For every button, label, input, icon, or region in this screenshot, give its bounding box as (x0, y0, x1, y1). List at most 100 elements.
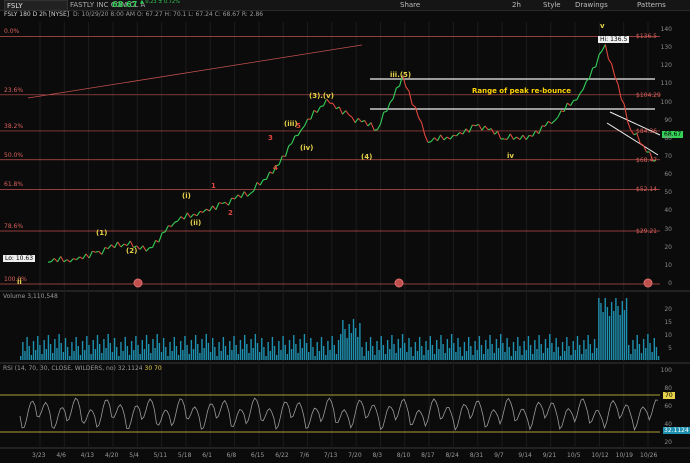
price-segment (532, 130, 537, 137)
volume-bar (536, 349, 538, 360)
fib-price-label: $84.36 (636, 127, 657, 135)
volume-bar (482, 354, 485, 360)
volume-bar (653, 338, 655, 360)
price-segment (538, 125, 543, 134)
volume-bar (77, 346, 79, 360)
volume-bar (156, 334, 158, 360)
volume-bar (378, 350, 380, 360)
volume-tick-label: 15 (664, 319, 672, 326)
volume-bar (145, 335, 148, 360)
price-segment (370, 122, 375, 131)
volume-bar (555, 338, 557, 360)
price-segment (145, 247, 150, 252)
volume-bar (316, 342, 318, 360)
volume-bar (201, 339, 203, 360)
price-segment (408, 91, 413, 105)
price-segment (79, 256, 84, 260)
volume-bar (472, 355, 474, 360)
price-segment (557, 110, 562, 118)
rsi-line (19, 397, 658, 431)
volume-bar (376, 341, 378, 360)
price-segment (227, 197, 233, 206)
volume-bar (532, 354, 534, 360)
fib-price-label: $136.5 (636, 33, 657, 41)
price-segment (481, 125, 486, 131)
wave-label-3v: (3).(v) (309, 92, 334, 100)
x-tick-label: 5/4 (129, 452, 139, 459)
volume-bar (606, 307, 609, 360)
price-segment (551, 120, 556, 124)
volume-bar (344, 329, 346, 360)
wave-label-ii-bottom: ii (17, 278, 22, 286)
price-segment (554, 116, 559, 122)
wave-label-4: (4) (361, 153, 373, 161)
price-segment (354, 117, 359, 123)
volume-bar (455, 352, 457, 360)
volume-bar (406, 352, 408, 360)
volume-bar (655, 347, 658, 360)
volume-bar (165, 347, 167, 360)
volume-bar (380, 336, 382, 360)
volume-bar (442, 344, 444, 360)
volume-bar (295, 344, 297, 360)
price-segment (392, 87, 397, 99)
volume-bar (399, 348, 402, 360)
x-tick-label: 6/15 (250, 452, 265, 459)
volume-bar (382, 345, 385, 360)
volume-bar (101, 353, 103, 360)
volume-bar (182, 350, 184, 360)
price-segment (320, 105, 324, 108)
x-tick-label: 6/8 (226, 452, 237, 459)
volume-bar (269, 351, 271, 360)
earnings-marker-icon (643, 278, 653, 288)
volume-bar (517, 337, 519, 360)
price-segment (92, 250, 96, 253)
price-segment (250, 190, 255, 194)
volume-bar (188, 354, 190, 360)
volume-bar (43, 340, 45, 360)
volume-bar (143, 349, 146, 360)
volume-bar (73, 351, 75, 360)
price-segment (509, 133, 514, 140)
volume-bar (363, 356, 365, 360)
volume-bar (58, 334, 60, 360)
rsi-tick-label: 20 (664, 439, 672, 446)
volume-bar (325, 355, 327, 360)
price-segment (405, 86, 410, 92)
volume-bar (162, 338, 165, 360)
volume-bar (28, 346, 30, 360)
volume-bar (649, 343, 651, 360)
volume-bar (235, 345, 237, 360)
price-segment (291, 135, 296, 144)
volume-bar (297, 353, 299, 360)
volume-bar (502, 343, 504, 360)
price-segment (529, 134, 533, 137)
x-tick-label: 8/10 (396, 452, 411, 459)
volume-bar (574, 350, 577, 360)
volume-bar (192, 349, 195, 360)
volume-bar (45, 349, 47, 360)
volume-bar (49, 344, 52, 360)
volume-bar (557, 347, 559, 360)
volume-bar (30, 355, 33, 360)
volume-bar (423, 355, 425, 360)
price-segment (383, 110, 387, 113)
price-segment (171, 221, 176, 227)
price-tick-label: 140 (660, 26, 672, 33)
price-segment (265, 171, 271, 180)
fib-pct-label: 100.0% (4, 276, 27, 283)
volume-bar (41, 354, 43, 360)
price-segment (424, 134, 429, 143)
volume-bar (425, 341, 427, 360)
volume-bar (602, 312, 604, 360)
volume-bar (37, 336, 39, 360)
rsi-header: RSI (14, 70, 30, CLOSE, WILDERS, no) 32.… (3, 365, 162, 372)
price-segment (396, 85, 400, 89)
price-segment (386, 102, 391, 112)
volume-bar (116, 347, 118, 360)
price-segment (126, 240, 131, 246)
volume-bar (427, 350, 429, 360)
volume-bar (401, 334, 404, 360)
fib-price-label: $29.21 (636, 228, 657, 235)
volume-bar (271, 337, 274, 360)
